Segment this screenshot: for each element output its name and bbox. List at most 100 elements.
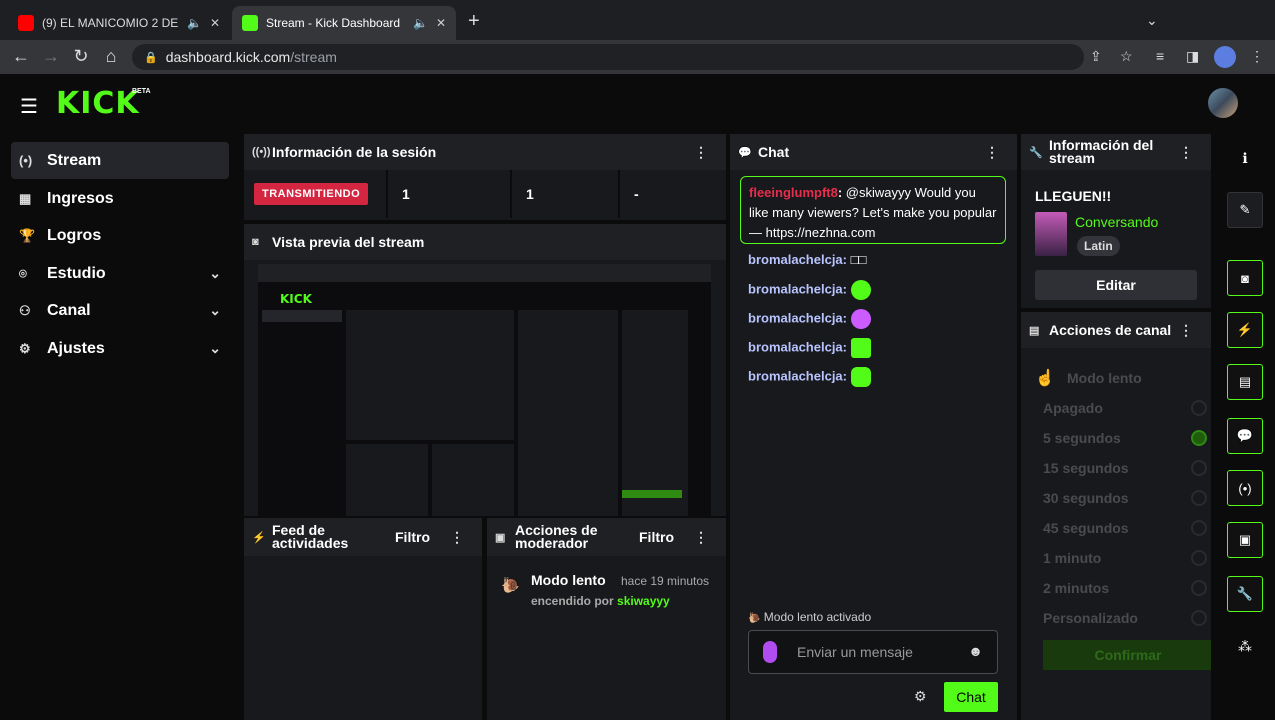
broadcast-icon[interactable]: (•) — [1227, 470, 1263, 506]
slow-mode-option[interactable]: 5 segundos — [1043, 430, 1207, 446]
slow-mode-option[interactable]: 2 minutos — [1043, 580, 1207, 596]
filter-button[interactable]: Filtro — [395, 529, 430, 545]
close-tab-icon[interactable]: ✕ — [210, 16, 220, 30]
trophy-icon: 🏆 — [19, 227, 36, 243]
sidebar-item-estudio[interactable]: ⌾ Estudio ⌄ — [11, 255, 229, 292]
sidebar-item-canal[interactable]: ⚇ Canal ⌄ — [11, 292, 229, 329]
edit-pencil-icon[interactable]: ✎ — [1227, 192, 1263, 228]
radio-button[interactable] — [1191, 550, 1207, 566]
confirm-button[interactable]: Confirmar — [1043, 640, 1211, 670]
snail-icon: 🐌 — [501, 577, 520, 594]
chat-message[interactable]: bromalachelcja: — [748, 309, 871, 329]
bookmark-star-icon[interactable]: ☆ — [1120, 48, 1133, 65]
kebab-menu-icon[interactable]: ⋮ — [694, 144, 708, 161]
profile-avatar[interactable] — [1214, 46, 1236, 68]
chat-input[interactable]: Enviar un mensaje ☻ — [748, 630, 998, 674]
chat-username[interactable]: bromalachelcja: — [748, 368, 847, 383]
sidebar-item-label: Stream — [47, 151, 102, 169]
stream-preview-panel: ◙ Vista previa del stream KICK — [244, 224, 726, 516]
info-icon[interactable]: ℹ — [1227, 140, 1263, 176]
chat-input-placeholder: Enviar un mensaje — [797, 644, 913, 660]
sidebar-item-logros[interactable]: 🏆 Logros — [11, 217, 229, 254]
slow-mode-option[interactable]: Apagado — [1043, 400, 1207, 416]
sidebar-item-ajustes[interactable]: ⚙ Ajustes ⌄ — [11, 330, 229, 367]
channel-actions-icon[interactable]: ▣ — [1227, 522, 1263, 558]
kebab-menu-icon[interactable]: ⋮ — [450, 529, 464, 546]
close-tab-icon[interactable]: ✕ — [436, 16, 446, 30]
session-stats: TRANSMITIENDO 1 1 - — [244, 170, 726, 218]
reload-icon[interactable]: ↻ — [70, 46, 92, 67]
chat-settings-gear-icon[interactable]: ⚙ — [914, 688, 927, 705]
camera-icon: ◙ — [252, 236, 259, 248]
chat-username[interactable]: bromalachelcja: — [748, 310, 847, 325]
youtube-favicon-icon — [18, 15, 34, 31]
media-queue-icon[interactable]: ≡ — [1156, 48, 1164, 64]
tab-search-chevron-icon[interactable]: ⌄ — [1146, 12, 1158, 29]
browser-tab-kick[interactable]: Stream - Kick Dashboard 🔈 ✕ — [232, 6, 456, 40]
mod-event-user[interactable]: skiwayyy — [617, 594, 670, 608]
kebab-menu-icon[interactable]: ⋮ — [1179, 144, 1193, 161]
slow-mode-option[interactable]: 1 minuto — [1043, 550, 1207, 566]
share-icon[interactable]: ⇪ — [1090, 48, 1102, 65]
radio-button-selected[interactable] — [1191, 430, 1207, 446]
edit-stream-button[interactable]: Editar — [1035, 270, 1197, 300]
chat-message-text: □□ — [850, 252, 867, 267]
lightning-icon[interactable]: ⚡ — [1227, 312, 1263, 348]
notes-icon[interactable]: ▤ — [1227, 364, 1263, 400]
send-chat-button[interactable]: Chat — [944, 682, 998, 712]
wrench-icon[interactable]: 🔧 — [1227, 576, 1263, 612]
chat-username[interactable]: bromalachelcja: — [748, 281, 847, 296]
user-avatar[interactable] — [1208, 88, 1238, 118]
address-bar[interactable]: 🔒 dashboard.kick.com/stream — [132, 44, 1084, 70]
stream-preview-video[interactable]: KICK — [258, 264, 711, 516]
radio-button[interactable] — [1191, 580, 1207, 596]
browser-tabbar: (9) EL MANICOMIO 2 DE BRO 🔈 ✕ Stream - K… — [0, 0, 1275, 40]
chat-message[interactable]: bromalachelcja: — [748, 280, 871, 300]
stat-cell: - — [634, 186, 639, 202]
chart-icon: ▦ — [19, 190, 32, 206]
chat-message[interactable]: bromalachelcja: □□ — [748, 252, 866, 267]
chat-username[interactable]: bromalachelcja: — [748, 252, 847, 267]
camera-icon[interactable]: ◙ — [1227, 260, 1263, 296]
filter-button[interactable]: Filtro — [639, 529, 674, 545]
forward-icon[interactable]: → — [40, 46, 62, 67]
new-tab-button[interactable]: + — [468, 10, 480, 33]
slow-mode-option[interactable]: 30 segundos — [1043, 490, 1207, 506]
panel-title: Vista previa del stream — [272, 234, 425, 250]
radio-button[interactable] — [1191, 610, 1207, 626]
side-panel-icon[interactable]: ◨ — [1186, 48, 1199, 65]
highlighted-message[interactable]: fleeinglumpft8: @skiwayyy Would you like… — [740, 176, 1006, 244]
kick-logo[interactable]: KICK — [56, 86, 140, 121]
stream-category[interactable]: Conversando — [1075, 214, 1158, 230]
emoji-icon[interactable]: ☻ — [968, 643, 983, 659]
slow-mode-option[interactable]: 15 segundos — [1043, 460, 1207, 476]
kebab-menu-icon[interactable]: ⋮ — [694, 529, 708, 546]
home-icon[interactable]: ⌂ — [100, 46, 122, 67]
kebab-menu-icon[interactable]: ⋮ — [985, 144, 999, 161]
add-widget-icon[interactable]: ⁂ — [1227, 628, 1263, 664]
slow-mode-option[interactable]: Personalizado — [1043, 610, 1207, 626]
radio-button[interactable] — [1191, 490, 1207, 506]
status-cell: TRANSMITIENDO — [244, 170, 388, 218]
radio-button[interactable] — [1191, 520, 1207, 536]
chat-message[interactable]: bromalachelcja: — [748, 338, 871, 358]
stat-cell: 1 — [388, 170, 512, 218]
menu-icon[interactable]: ☰ — [20, 94, 38, 119]
back-icon[interactable]: ← — [10, 46, 32, 67]
chat-username[interactable]: fleeinglumpft8 — [749, 185, 838, 200]
chat-bubble-icon[interactable]: 💬 — [1227, 418, 1263, 454]
radio-button[interactable] — [1191, 400, 1207, 416]
sidebar-item-ingresos[interactable]: ▦ Ingresos — [11, 180, 229, 217]
chat-username[interactable]: bromalachelcja: — [748, 339, 847, 354]
sidebar-item-stream[interactable]: (•) Stream — [11, 142, 229, 179]
preview-feed-block — [346, 444, 428, 516]
chat-bubble-icon: 💬 — [738, 146, 752, 159]
radio-button[interactable] — [1191, 460, 1207, 476]
panel-title: Feed de actividades — [272, 522, 349, 551]
browser-tab-youtube[interactable]: (9) EL MANICOMIO 2 DE BRO 🔈 ✕ — [8, 6, 230, 40]
microphone-icon[interactable] — [763, 641, 777, 663]
browser-menu-icon[interactable]: ⋮ — [1250, 48, 1264, 65]
chat-message[interactable]: bromalachelcja: — [748, 367, 871, 387]
category-thumbnail[interactable] — [1035, 212, 1067, 256]
slow-mode-option[interactable]: 45 segundos — [1043, 520, 1207, 536]
